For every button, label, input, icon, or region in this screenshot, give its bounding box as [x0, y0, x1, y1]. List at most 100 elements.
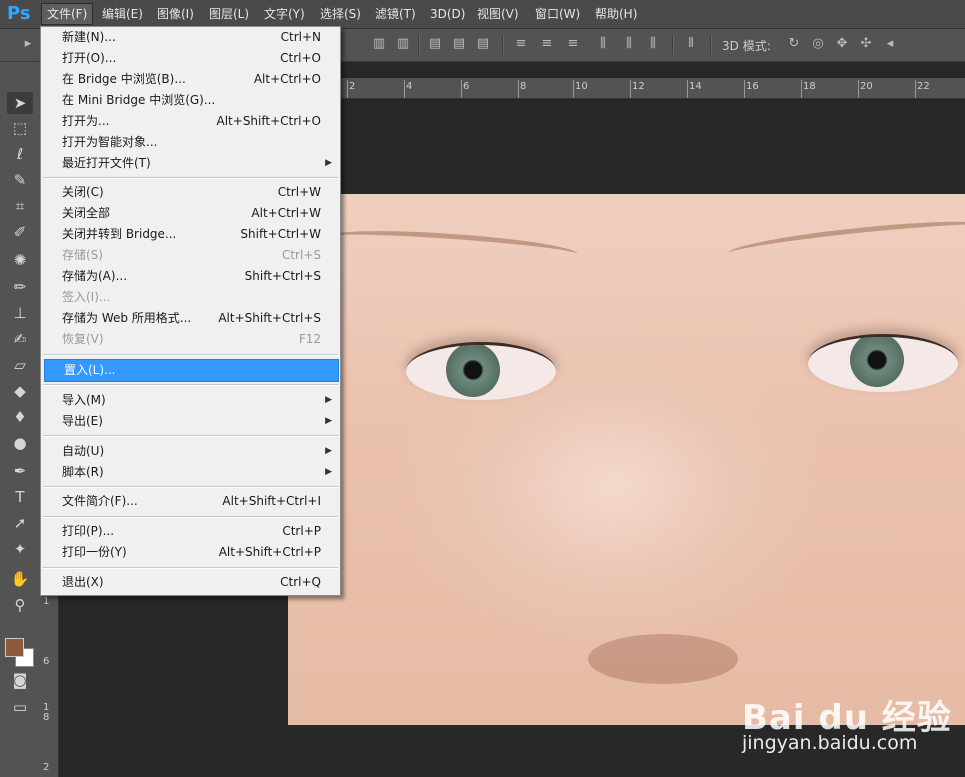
menu-select[interactable]: 选择(S): [315, 4, 366, 24]
menu-type[interactable]: 文字(Y): [259, 4, 310, 24]
menu-item-automate[interactable]: 自动(U) ▶: [43, 441, 338, 462]
ruler-tick: [404, 80, 405, 98]
menu-item-label: 最近打开文件(T): [62, 156, 151, 170]
foreground-color-swatch[interactable]: [5, 638, 24, 657]
menu-item-open[interactable]: 打开(O)... Ctrl+O: [43, 48, 338, 69]
menu-view[interactable]: 视图(V): [472, 4, 524, 24]
menu-filter[interactable]: 滤镜(T): [370, 4, 421, 24]
menu-item-print[interactable]: 打印(P)... Ctrl+P: [43, 521, 338, 542]
align-top-icon[interactable]: ▥: [372, 37, 386, 51]
brush-tool-icon[interactable]: ✏: [7, 276, 33, 298]
distribute-vcenter-icon[interactable]: ≡: [540, 37, 554, 51]
ruler-tick: [858, 80, 859, 98]
menu-item-recent-files[interactable]: 最近打开文件(T) ▶: [43, 153, 338, 174]
3d-drag-icon[interactable]: ✥: [835, 37, 849, 51]
menu-image[interactable]: 图像(I): [152, 4, 199, 24]
menu-3d[interactable]: 3D(D): [425, 4, 470, 24]
submenu-arrow-icon: ▶: [325, 446, 332, 456]
menu-item-file-info[interactable]: 文件简介(F)... Alt+Shift+Ctrl+I: [43, 491, 338, 512]
menu-item-exit[interactable]: 退出(X) Ctrl+Q: [43, 572, 338, 593]
menu-item-place[interactable]: 置入(L)...: [44, 359, 339, 382]
crop-tool-icon[interactable]: ⌗: [7, 195, 33, 217]
quick-mask-icon[interactable]: ◙: [7, 669, 33, 691]
ruler-number: 14: [689, 81, 702, 92]
menu-item-browse-bridge[interactable]: 在 Bridge 中浏览(B)... Alt+Ctrl+O: [43, 69, 338, 90]
3d-rotate-icon[interactable]: ↻: [787, 37, 801, 51]
lasso-tool-icon[interactable]: ℓ: [7, 143, 33, 165]
hand-tool-icon[interactable]: ✋: [7, 568, 33, 590]
move-tool-icon[interactable]: ➤: [7, 92, 33, 114]
auto-align-icon[interactable]: ⦀: [684, 37, 698, 51]
path-selection-tool-icon[interactable]: ➚: [7, 512, 33, 534]
menu-item-close[interactable]: 关闭(C) Ctrl+W: [43, 182, 338, 203]
history-brush-tool-icon[interactable]: ✍: [7, 328, 33, 350]
healing-brush-tool-icon[interactable]: ✺: [7, 249, 33, 271]
menu-item-label: 存储(S): [62, 248, 103, 262]
menu-item-save-for-web[interactable]: 存储为 Web 所用格式... Alt+Shift+Ctrl+S: [43, 308, 338, 329]
eraser-tool-icon[interactable]: ▱: [7, 354, 33, 376]
distribute-hcenter-icon[interactable]: ⫼: [622, 37, 636, 51]
screen-mode-icon[interactable]: ▭: [7, 696, 33, 718]
3d-slide-icon[interactable]: ✣: [859, 37, 873, 51]
eyedropper-tool-icon[interactable]: ✐: [7, 221, 33, 243]
dodge-tool-icon[interactable]: ●: [7, 432, 33, 454]
clone-stamp-tool-icon[interactable]: ⊥: [7, 302, 33, 324]
ruler-tick: [347, 80, 348, 98]
menu-item-import[interactable]: 导入(M) ▶: [43, 390, 338, 411]
menu-item-close-go-bridge[interactable]: 关闭并转到 Bridge... Shift+Ctrl+W: [43, 224, 338, 245]
align-hcenter-icon[interactable]: ▤: [452, 37, 466, 51]
menu-item-label: 退出(X): [62, 575, 104, 589]
photoshop-logo: Ps: [7, 3, 31, 24]
ruler-number: 2: [43, 762, 50, 773]
canvas-document-image[interactable]: [288, 194, 965, 725]
ruler-number: 20: [860, 81, 873, 92]
menu-layer[interactable]: 图层(L): [204, 4, 254, 24]
3d-scale-icon[interactable]: ◂: [883, 37, 897, 51]
align-left-icon[interactable]: ▤: [428, 37, 442, 51]
distribute-left-icon[interactable]: ⫼: [596, 37, 610, 51]
separator: [502, 35, 504, 55]
3d-roll-icon[interactable]: ◎: [811, 37, 825, 51]
menu-item-new[interactable]: 新建(N)... Ctrl+N: [43, 27, 338, 48]
custom-shape-tool-icon[interactable]: ✦: [7, 538, 33, 560]
menu-item-open-as[interactable]: 打开为... Alt+Shift+Ctrl+O: [43, 111, 338, 132]
zoom-tool-icon[interactable]: ⚲: [7, 594, 33, 616]
ruler-tick: [687, 80, 688, 98]
menu-item-browse-mini-bridge[interactable]: 在 Mini Bridge 中浏览(G)...: [43, 90, 338, 111]
menu-item-close-all[interactable]: 关闭全部 Alt+Ctrl+W: [43, 203, 338, 224]
move-tool-preset-icon[interactable]: ▸: [21, 37, 35, 51]
menu-item-shortcut: Ctrl+W: [277, 185, 321, 199]
quick-select-tool-icon[interactable]: ✎: [7, 169, 33, 191]
menu-separator: [43, 384, 338, 386]
paint-bucket-tool-icon[interactable]: ◆: [7, 380, 33, 402]
menu-help[interactable]: 帮助(H): [590, 4, 642, 24]
menu-edit[interactable]: 编辑(E): [97, 4, 148, 24]
menu-separator: [43, 567, 338, 569]
menu-item-shortcut: Ctrl+O: [280, 51, 321, 65]
align-vcenter-icon[interactable]: ▥: [396, 37, 410, 51]
ruler-number: 8: [520, 81, 527, 92]
menu-item-label: 打开为智能对象...: [62, 135, 158, 149]
separator: [672, 35, 674, 55]
watermark-url: jingyan.baidu.com: [742, 732, 918, 754]
distribute-right-icon[interactable]: ⫼: [646, 37, 660, 51]
menu-file[interactable]: 文件(F): [41, 3, 94, 25]
type-tool-icon[interactable]: T: [7, 486, 33, 508]
menu-separator: [43, 486, 338, 488]
menu-item-scripts[interactable]: 脚本(R) ▶: [43, 462, 338, 483]
menu-item-save-as[interactable]: 存储为(A)... Shift+Ctrl+S: [43, 266, 338, 287]
distribute-bottom-icon[interactable]: ≡: [566, 37, 580, 51]
menu-item-open-smart-object[interactable]: 打开为智能对象...: [43, 132, 338, 153]
align-right-icon[interactable]: ▤: [476, 37, 490, 51]
blur-tool-icon[interactable]: ♦: [7, 406, 33, 428]
3d-mode-label: 3D 模式:: [722, 39, 771, 53]
distribute-top-icon[interactable]: ≡: [514, 37, 528, 51]
menu-item-shortcut: Alt+Shift+Ctrl+S: [218, 311, 321, 325]
marquee-tool-icon[interactable]: ⬚: [7, 117, 33, 139]
file-menu-dropdown: 新建(N)... Ctrl+N 打开(O)... Ctrl+O 在 Bridge 中…: [40, 26, 341, 596]
menu-item-export[interactable]: 导出(E) ▶: [43, 411, 338, 432]
ruler-number: 2: [349, 81, 356, 92]
pen-tool-icon[interactable]: ✒: [7, 460, 33, 482]
menu-window[interactable]: 窗口(W): [530, 4, 585, 24]
menu-item-print-one-copy[interactable]: 打印一份(Y) Alt+Shift+Ctrl+P: [43, 542, 338, 563]
